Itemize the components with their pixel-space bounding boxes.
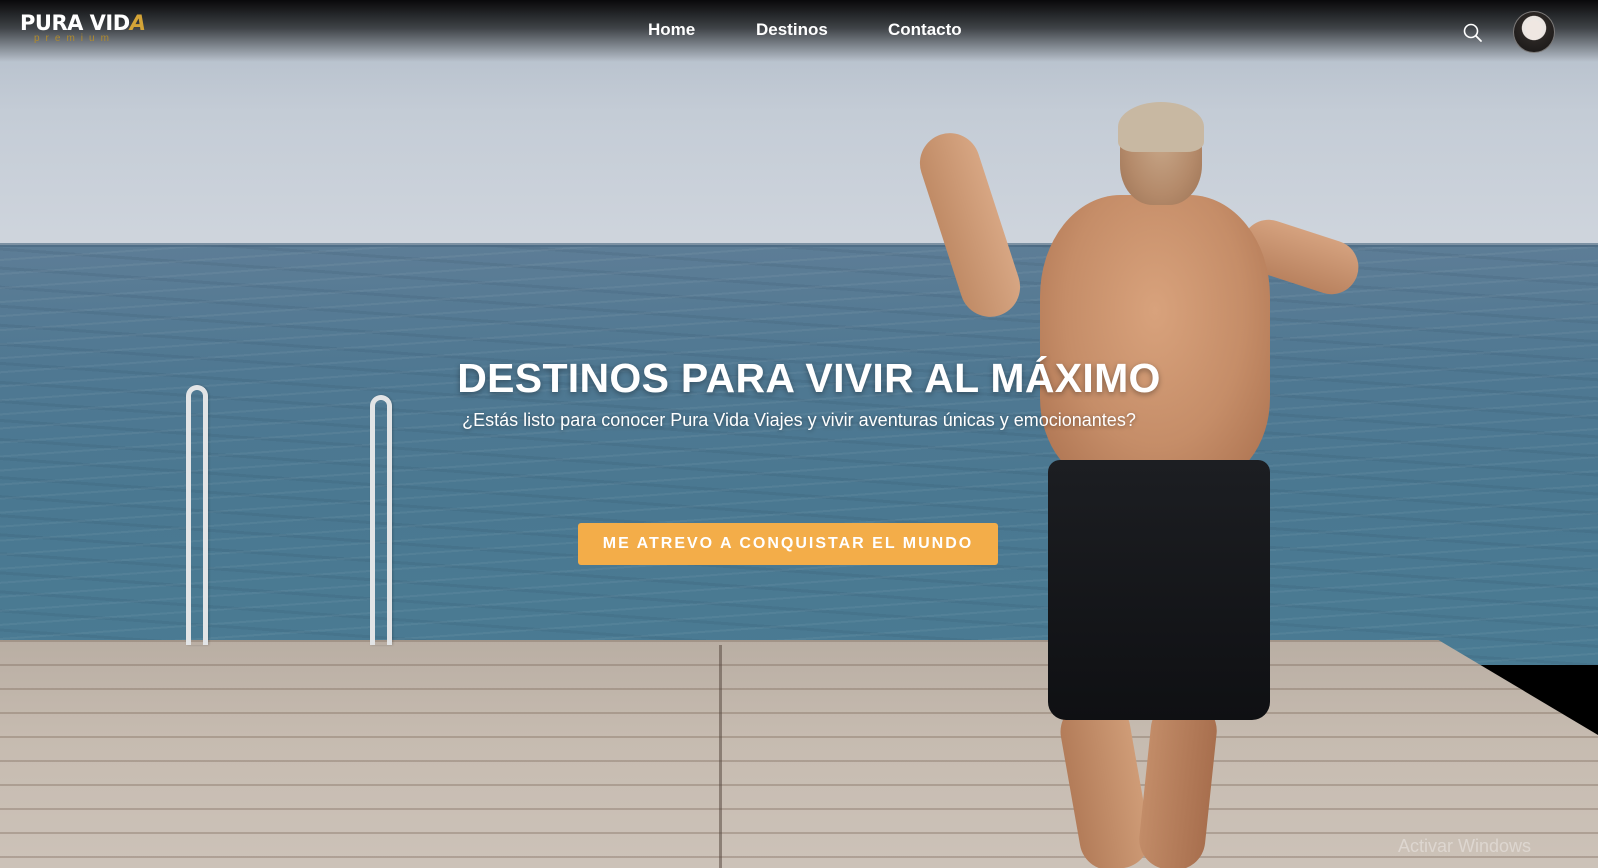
user-avatar[interactable] xyxy=(1513,11,1555,53)
hero-section: DESTINOS PARA VIVIR AL MÁXIMO ¿Estás lis… xyxy=(0,0,1598,868)
brand-logo-wordmark: PURA VIDA xyxy=(20,11,146,35)
nav-link-home[interactable]: Home xyxy=(648,20,695,40)
nav-link-contacto[interactable]: Contacto xyxy=(888,20,962,40)
page: PURA VIDA premium Home Destinos Contacto… xyxy=(0,0,1598,868)
brand-logo[interactable]: PURA VIDA premium xyxy=(20,11,146,44)
hero-title: DESTINOS PARA VIVIR AL MÁXIMO xyxy=(457,355,1161,401)
brand-name-main: PURA VID xyxy=(20,11,130,35)
navbar: PURA VIDA premium Home Destinos Contacto xyxy=(0,0,1598,62)
brand-subtitle: premium xyxy=(34,33,115,44)
cta-conquistar-button[interactable]: ME ATREVO A CONQUISTAR EL MUNDO xyxy=(578,523,998,565)
brand-name-accent: A xyxy=(129,11,146,35)
nav-link-destinos[interactable]: Destinos xyxy=(756,20,828,40)
hero-subtitle: ¿Estás listo para conocer Pura Vida Viaj… xyxy=(462,410,1136,430)
search-icon[interactable] xyxy=(1462,22,1484,44)
avatar-face xyxy=(1526,20,1542,40)
windows-activation-watermark: Activar Windows xyxy=(1398,836,1532,856)
